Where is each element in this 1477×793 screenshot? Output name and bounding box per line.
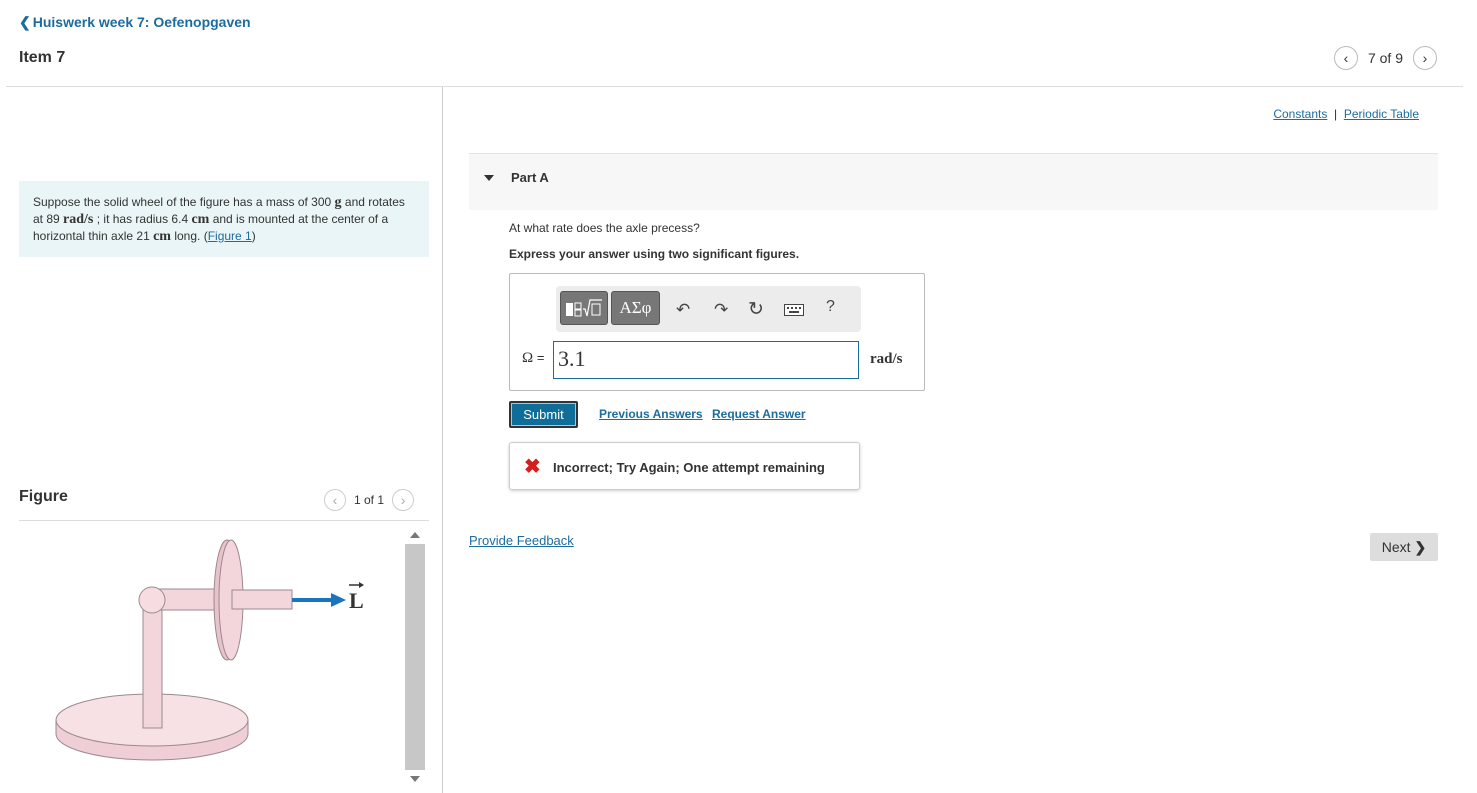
previous-answers-link[interactable]: Previous Answers <box>599 407 703 421</box>
part-title: Part A <box>511 170 549 185</box>
post <box>142 599 163 729</box>
chevron-left-icon: ❮ <box>19 14 31 30</box>
next-figure-button[interactable]: › <box>392 489 415 511</box>
figure-divider <box>19 520 429 521</box>
gyroscope-figure: L <box>55 539 364 761</box>
chevron-left-icon: ‹ <box>1343 50 1349 66</box>
templates-button[interactable] <box>560 291 608 325</box>
provide-feedback-link[interactable]: Provide Feedback <box>469 533 574 548</box>
scroll-thumb[interactable] <box>405 544 425 770</box>
instruction-text: Express your answer using two significan… <box>509 247 800 261</box>
reference-links: Constants | Periodic Table <box>1273 107 1419 121</box>
axle-right <box>231 589 293 610</box>
submit-button[interactable]: Submit <box>509 401 578 428</box>
templates-icon <box>566 299 602 317</box>
figure-pager: ‹ 1 of 1 › <box>324 489 415 511</box>
greek-symbols-button[interactable]: ΑΣφ <box>611 291 660 325</box>
redo-icon[interactable]: ↷ <box>714 300 728 320</box>
chevron-left-icon: ‹ <box>332 492 338 508</box>
figure-link[interactable]: Figure 1 <box>208 229 252 243</box>
figure-pager-text: 1 of 1 <box>354 493 385 507</box>
next-item-button[interactable]: › <box>1413 46 1437 70</box>
prev-figure-button[interactable]: ‹ <box>324 489 346 511</box>
item-pager: ‹ 7 of 9 › <box>1333 46 1437 70</box>
answer-variable: Ω = <box>522 350 545 366</box>
chevron-right-icon: › <box>1422 50 1428 66</box>
constants-link[interactable]: Constants <box>1273 107 1327 121</box>
feedback-message: ✖ Incorrect; Try Again; One attempt rema… <box>509 442 860 490</box>
question-text: At what rate does the axle precess? <box>509 221 700 235</box>
collapse-triangle-icon[interactable] <box>484 175 494 181</box>
scroll-up-arrow-icon[interactable] <box>410 532 420 538</box>
help-icon[interactable]: ? <box>826 298 835 316</box>
part-header[interactable]: Part A <box>469 153 1438 210</box>
feedback-text: Incorrect; Try Again; One attempt remain… <box>553 460 825 475</box>
item-pager-text: 7 of 9 <box>1367 50 1403 66</box>
figure-label: Figure <box>19 488 68 505</box>
back-link[interactable]: ❮ Huiswerk week 7: Oefenopgaven <box>19 14 251 31</box>
prev-item-button[interactable]: ‹ <box>1333 46 1358 70</box>
arrow-head <box>331 593 346 607</box>
periodic-table-link[interactable]: Periodic Table <box>1344 107 1419 121</box>
item-title: Item 7 <box>19 49 66 66</box>
answer-input[interactable]: 3.1 <box>553 341 859 379</box>
incorrect-x-icon: ✖ <box>524 456 541 478</box>
answer-unit: rad/s <box>870 351 903 367</box>
column-divider <box>442 87 443 793</box>
request-answer-link[interactable]: Request Answer <box>712 407 806 421</box>
keyboard-icon[interactable] <box>784 304 804 316</box>
chevron-right-icon: › <box>400 492 406 508</box>
reset-icon[interactable]: ↻ <box>748 298 764 321</box>
vector-label: L <box>349 588 364 613</box>
answer-box: ΑΣφ ↶ ↷ ↻ ? Ω = 3.1 rad/s <box>509 273 925 391</box>
ball-joint <box>138 586 166 614</box>
scroll-down-arrow-icon[interactable] <box>410 776 420 782</box>
header-divider <box>6 86 1463 87</box>
undo-icon[interactable]: ↶ <box>676 300 690 320</box>
figure-scrollbar[interactable] <box>404 528 426 786</box>
math-toolbar: ΑΣφ ↶ ↷ ↻ ? <box>556 286 861 332</box>
next-button[interactable]: Next ❯ <box>1370 533 1438 561</box>
problem-statement: Suppose the solid wheel of the figure ha… <box>19 181 429 257</box>
chevron-right-icon: ❯ <box>1414 538 1427 555</box>
